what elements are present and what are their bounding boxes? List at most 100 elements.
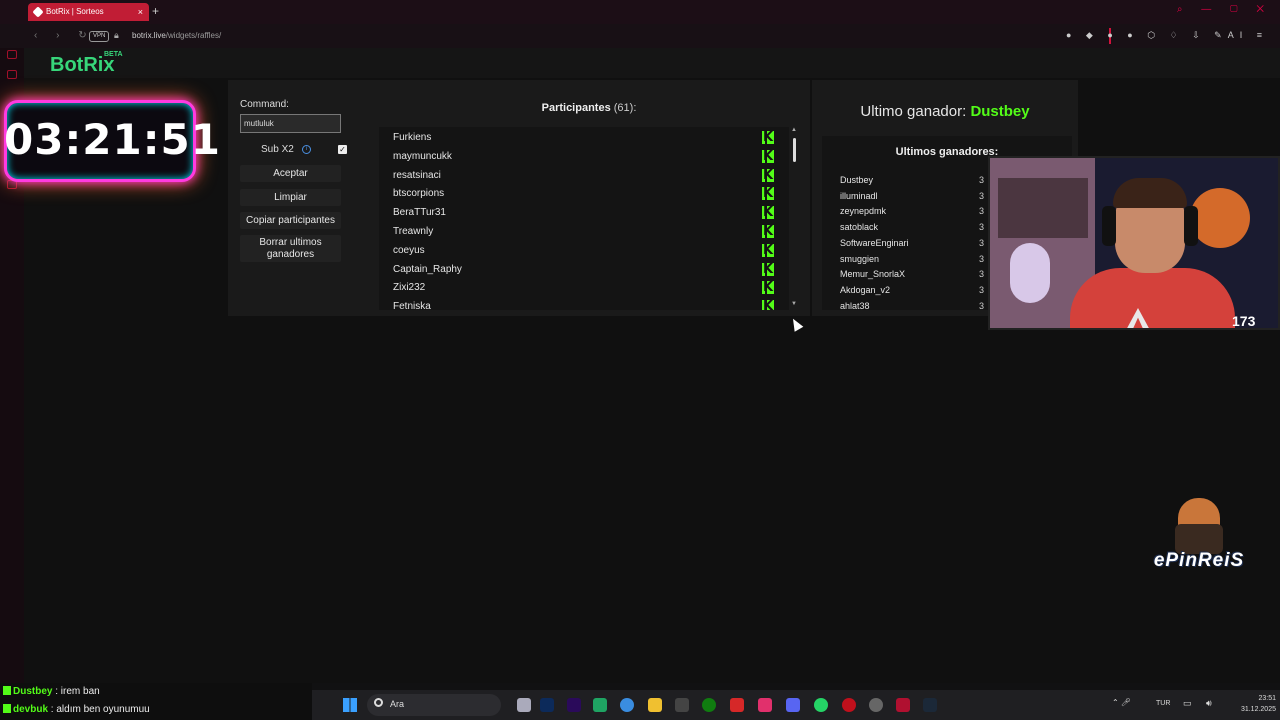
chat-message: devbuk : aldım ben oyunumuu [3, 704, 150, 715]
app-icon[interactable] [620, 698, 634, 712]
photoshop-icon[interactable] [540, 698, 554, 712]
winner-row: illuminadl [840, 190, 878, 201]
kick-icon [762, 262, 774, 277]
kick-icon [3, 704, 11, 713]
vpn-badge[interactable]: VPN [89, 31, 110, 42]
stream-timer: 03:21:51 [4, 115, 221, 164]
clear-winners-button[interactable]: Borrar ultimos ganadores [240, 235, 341, 262]
headset-icon [1102, 206, 1116, 246]
participant-row: BeraTTur31 [393, 207, 446, 219]
winner-date: 3 [979, 237, 985, 248]
chat-message: Dustbey : irem ban [3, 686, 100, 697]
webcam-shelf [998, 178, 1088, 238]
new-tab-button[interactable]: + [152, 4, 159, 18]
clock-date[interactable]: 31.12.2025 [1228, 706, 1276, 713]
winner-row: ahlat38 [840, 300, 870, 310]
chat-text: : aldım ben oyunumuu [48, 704, 150, 715]
winner-date: 3 [979, 284, 985, 295]
steam-icon[interactable] [923, 698, 937, 712]
winner-row: zeynepdmk [840, 206, 887, 217]
tab-close-icon[interactable]: × [138, 3, 143, 21]
taskbar-app-icon[interactable] [517, 698, 531, 712]
xbox-icon[interactable] [702, 698, 716, 712]
favicon-icon [32, 6, 44, 18]
search-icon [374, 698, 383, 707]
opera-gx-icon[interactable] [842, 698, 856, 712]
webcam-planet [1190, 188, 1250, 248]
scroll-down-icon[interactable]: ▼ [791, 301, 797, 307]
winner-date: 3 [979, 175, 985, 185]
webcam-plush [1010, 243, 1050, 303]
folder-icon[interactable] [648, 698, 662, 712]
chat-username[interactable]: devbuk [13, 704, 48, 715]
scroll-thumb[interactable] [793, 138, 796, 162]
winner-date: 3 [979, 222, 985, 233]
participants-list[interactable]: Furkiens maymuncukk resatsinaci btscorpions… [379, 127, 789, 310]
winner-date: 3 [979, 206, 985, 217]
kick-icon [762, 243, 774, 258]
app-icon[interactable] [869, 698, 883, 712]
winner-date: 3 [979, 190, 985, 201]
kick-icon [762, 224, 774, 239]
accept-button[interactable]: Aceptar [240, 165, 341, 182]
kick-icon [3, 686, 11, 695]
info-icon[interactable]: i [302, 145, 311, 154]
sub-x2-label: Sub X2 [261, 144, 294, 155]
copy-participants-button[interactable]: Copiar participantes [240, 212, 341, 229]
sidebar-app-icon[interactable] [7, 70, 17, 79]
last-winner: Ultimo ganador: Dustbey [860, 103, 1030, 120]
chat-text: : irem ban [52, 686, 100, 697]
search-placeholder: Ara [390, 699, 405, 709]
app-icon[interactable] [896, 698, 910, 712]
url-field[interactable]: botrix.live/widgets/raffles/ [132, 31, 221, 40]
navigation-buttons[interactable]: ‹ › ↻ [34, 30, 95, 41]
tab-bar: BotRix | Sorteos × + ⌕ — ▢ ✕ [0, 0, 1280, 24]
epic-icon[interactable] [675, 698, 689, 712]
kick-icon [762, 280, 774, 295]
lock-icon[interactable]: 🔒︎ [114, 30, 119, 41]
participant-row: maymuncukk [393, 150, 452, 162]
kick-icon [762, 149, 774, 164]
sidebar-app-icon[interactable] [7, 50, 17, 59]
whatsapp-icon[interactable] [814, 698, 828, 712]
tray-icons[interactable]: ▭ 🔊︎ [1183, 698, 1218, 709]
winner-row: Akdogan_v2 [840, 284, 891, 295]
tab-title: BotRix | Sorteos [46, 7, 104, 16]
command-label: Command: [240, 99, 289, 110]
clear-button[interactable]: Limpiar [240, 189, 341, 206]
instagram-icon[interactable] [758, 698, 772, 712]
chat-overlay: Dustbey : irem ban devbuk : aldım ben oyu… [0, 683, 312, 720]
clock-time[interactable]: 23:51 [1236, 695, 1276, 702]
participant-row: Furkiens [393, 132, 432, 143]
windows-start-icon[interactable] [343, 698, 357, 712]
winner-row: Memur_SnorlaX [840, 269, 906, 280]
participant-row: Treawnly [393, 226, 434, 237]
headset-icon [1184, 206, 1198, 246]
kick-icon [762, 186, 774, 201]
window-controls[interactable]: ⌕ — ▢ ✕ [1177, 4, 1272, 15]
viewer-count: 173 [1232, 313, 1256, 329]
chat-username[interactable]: Dustbey [13, 686, 52, 697]
tray-chevron-icon[interactable]: ⌃ 🎤︎ [1112, 698, 1131, 707]
participant-row: Zixi232 [393, 282, 426, 294]
app-icon[interactable] [730, 698, 744, 712]
kick-icon [762, 299, 774, 310]
webcam-person-hair [1113, 178, 1187, 208]
command-input[interactable] [240, 114, 341, 133]
kick-icon [762, 168, 774, 183]
address-bar: ‹ › ↻ VPN 🔒︎ botrix.live/widgets/raffles… [0, 24, 1280, 48]
scroll-up-icon[interactable]: ▲ [791, 127, 797, 133]
input-language[interactable]: TUR [1156, 700, 1170, 707]
tab-botrix[interactable]: BotRix | Sorteos × [28, 3, 149, 21]
extension-icons[interactable]: ● ◆ ● ● ⬡ ♢ ⇩ ✎AI ≡ [1066, 30, 1268, 41]
winner-date: 3 [979, 300, 985, 310]
participant-row: Fetniska [393, 301, 431, 310]
participant-row: Captain_Raphy [393, 263, 462, 275]
sub-x2-checkbox[interactable]: ✓ [338, 145, 347, 154]
winner-date: 3 [979, 253, 985, 264]
taskbar-search[interactable] [367, 694, 501, 716]
drive-icon[interactable] [593, 698, 607, 712]
discord-icon[interactable] [786, 698, 800, 712]
participants-scrollbar[interactable]: ▲ ▼ [791, 127, 797, 309]
premiere-icon[interactable] [567, 698, 581, 712]
